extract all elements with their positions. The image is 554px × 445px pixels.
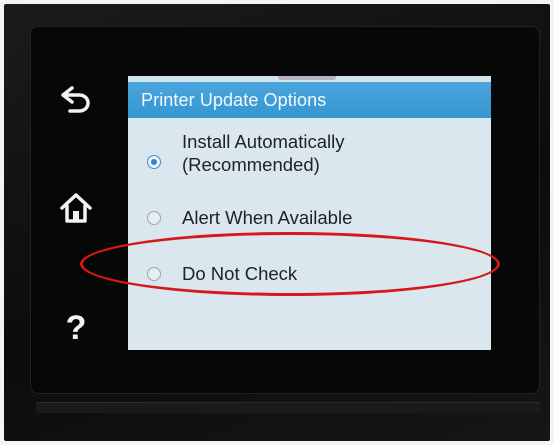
panel-lower-edge [36, 402, 540, 413]
option-label: Install Automatically (Recommended) [182, 130, 344, 176]
option-label-line2: (Recommended) [182, 154, 320, 175]
option-label: Alert When Available [182, 207, 353, 228]
home-icon [59, 192, 93, 229]
back-button[interactable] [56, 81, 96, 121]
touch-screen: Printer Update Options Install Automatic… [128, 76, 491, 350]
screen-notch [278, 76, 336, 80]
page-title: Printer Update Options [141, 90, 327, 110]
back-arrow-icon [59, 84, 93, 119]
radio-button-selected[interactable] [147, 155, 161, 169]
option-label-line1: Install Automatically [182, 131, 345, 152]
option-install-automatically[interactable]: Install Automatically (Recommended) [128, 128, 491, 178]
radio-button[interactable] [147, 211, 161, 225]
red-highlight-ellipse [80, 232, 500, 296]
help-icon: ? [65, 308, 87, 347]
help-button[interactable]: ? [56, 308, 96, 348]
home-button[interactable] [56, 190, 96, 230]
title-bar: Printer Update Options [128, 82, 491, 118]
